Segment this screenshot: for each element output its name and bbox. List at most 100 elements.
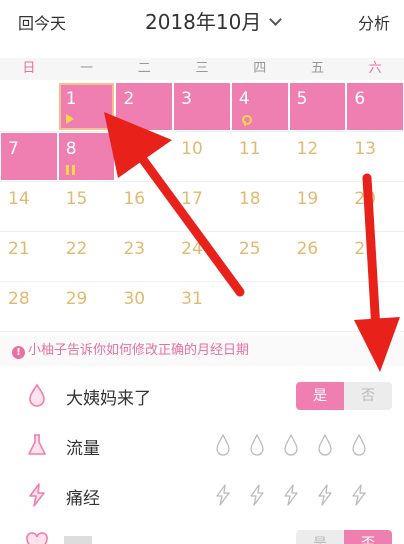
- calendar-day-cell[interactable]: 20: [347, 183, 403, 230]
- calendar-day-cell[interactable]: 24: [174, 233, 230, 280]
- calendar-day-cell[interactable]: 1: [58, 83, 115, 130]
- day-number: 7: [8, 139, 19, 159]
- day-number: 8: [65, 139, 77, 159]
- day-number: 18: [238, 189, 261, 209]
- day-number: 13: [354, 139, 376, 159]
- flow-level-1[interactable]: [206, 432, 240, 458]
- edit-period-tip[interactable]: ! 小柚子告诉你如何修改正确的月经日期: [0, 336, 404, 366]
- day-number: 2: [123, 89, 135, 109]
- day-number: 12: [296, 139, 319, 159]
- calendar-day-cell[interactable]: 21: [1, 233, 57, 280]
- calendar-day-cell[interactable]: 6: [347, 83, 404, 130]
- lightning-outline-icon: [250, 484, 264, 506]
- calendar-day-cell[interactable]: 7: [1, 133, 57, 180]
- day-number: 19: [296, 189, 319, 209]
- calendar-day-cell[interactable]: 5: [289, 83, 346, 130]
- ovulation-icon: [241, 115, 252, 126]
- chevron-down-icon: [269, 13, 283, 26]
- calendar-day-cell[interactable]: 28: [1, 283, 57, 330]
- weekday-label: 一: [80, 61, 94, 76]
- day-number: 24: [181, 239, 203, 259]
- cramps-level-2[interactable]: [240, 482, 274, 508]
- weekday-label: 六: [368, 61, 382, 76]
- weekday-label: 五: [310, 61, 324, 76]
- calendar-day-cell[interactable]: 26: [290, 233, 346, 280]
- calendar-day-cell[interactable]: 8: [58, 133, 115, 180]
- calendar-day-cell[interactable]: 31: [174, 283, 230, 330]
- period-came-toggle[interactable]: 是 否: [296, 382, 392, 410]
- flow-level-2[interactable]: [240, 432, 274, 458]
- month-picker[interactable]: 2018年10月: [145, 6, 283, 35]
- day-number: 10: [181, 139, 203, 159]
- cramps-level-4[interactable]: [308, 482, 342, 508]
- calendar-day-cell[interactable]: 10: [174, 133, 230, 180]
- day-number: 31: [181, 289, 203, 309]
- day-number: 1: [65, 89, 77, 109]
- day-number: 5: [296, 89, 308, 109]
- day-number: 3: [181, 89, 192, 109]
- calendar-day-cell[interactable]: 11: [232, 133, 288, 180]
- day-number: 14: [8, 189, 30, 209]
- lightning-icon: [29, 483, 45, 507]
- flow-level-3[interactable]: [274, 432, 308, 458]
- calendar-day-cell[interactable]: 14: [1, 183, 57, 230]
- calendar-week-row: 28 29 30 31: [0, 282, 404, 332]
- cramps-level-1[interactable]: [206, 482, 240, 508]
- weekday-label: 三: [195, 61, 209, 76]
- calendar-day-cell[interactable]: 17: [174, 183, 230, 230]
- flow-level-5[interactable]: [342, 432, 376, 458]
- calendar-day-cell[interactable]: 16: [116, 183, 172, 230]
- calendar-day-cell[interactable]: 9: [116, 133, 172, 180]
- calendar-day-cell[interactable]: 29: [59, 283, 115, 330]
- day-number: 30: [123, 289, 146, 309]
- calendar-day-cell[interactable]: 30: [116, 283, 172, 330]
- month-title: 2018年10月: [145, 10, 262, 34]
- back-to-today-button[interactable]: 回今天: [18, 10, 66, 34]
- yes-option[interactable]: 是: [296, 530, 344, 544]
- drop-outline-icon: [216, 433, 230, 456]
- play-icon: [65, 114, 74, 124]
- analysis-button[interactable]: 分析: [358, 10, 390, 34]
- day-number: 4: [238, 89, 250, 109]
- lightning-outline-icon: [216, 484, 230, 506]
- no-option[interactable]: 否: [344, 382, 392, 410]
- cramps-level-3[interactable]: [274, 482, 308, 508]
- calendar-day-cell[interactable]: 23: [116, 233, 172, 280]
- cramps-level-5[interactable]: [342, 482, 376, 508]
- calendar-day-cell[interactable]: 3: [174, 83, 230, 130]
- calendar-day-cell[interactable]: 12: [290, 133, 346, 180]
- day-number: 26: [296, 239, 319, 259]
- weekday-label: 四: [253, 61, 267, 76]
- drop-outline-icon: [250, 433, 264, 456]
- day-number: 27: [354, 239, 376, 259]
- day-number: 17: [181, 189, 203, 209]
- calendar-day-cell[interactable]: 18: [232, 183, 288, 230]
- day-number: 25: [238, 239, 261, 259]
- calendar-day-cell[interactable]: 27: [347, 233, 403, 280]
- flow-level-4[interactable]: [308, 432, 342, 458]
- calendar-day-cell[interactable]: 25: [232, 233, 288, 280]
- pause-icon: [65, 165, 75, 175]
- no-option[interactable]: 否: [344, 530, 392, 544]
- day-number: 11: [238, 139, 261, 159]
- tip-text: 小柚子告诉你如何修改正确的月经日期: [28, 343, 250, 358]
- calendar-week-row: 1 2 3 4 5 6: [0, 82, 404, 132]
- calendar-day-cell[interactable]: 4: [231, 83, 288, 130]
- calendar-week-row: 21 22 23 24 25 26 27: [0, 232, 404, 282]
- drop-outline-icon: [284, 433, 298, 456]
- hidden-row-toggle[interactable]: 是 否: [296, 530, 392, 544]
- day-number: 22: [65, 239, 88, 259]
- day-number: 23: [123, 239, 146, 259]
- calendar-day-cell[interactable]: 22: [59, 233, 115, 280]
- lightning-outline-icon: [318, 484, 332, 506]
- yes-option[interactable]: 是: [296, 382, 344, 410]
- calendar-day-cell[interactable]: 2: [116, 83, 173, 130]
- flow-label: 流量: [66, 439, 100, 459]
- calendar-day-cell[interactable]: 19: [290, 183, 346, 230]
- cramps-row: 痛经: [0, 470, 404, 520]
- flow-row: 流量: [0, 420, 404, 470]
- calendar-day-cell[interactable]: 15: [59, 183, 115, 230]
- calendar-day-cell[interactable]: 13: [347, 133, 403, 180]
- flask-icon: [28, 434, 46, 455]
- calendar-week-row: 14 15 16 17 18 19 20: [0, 182, 404, 232]
